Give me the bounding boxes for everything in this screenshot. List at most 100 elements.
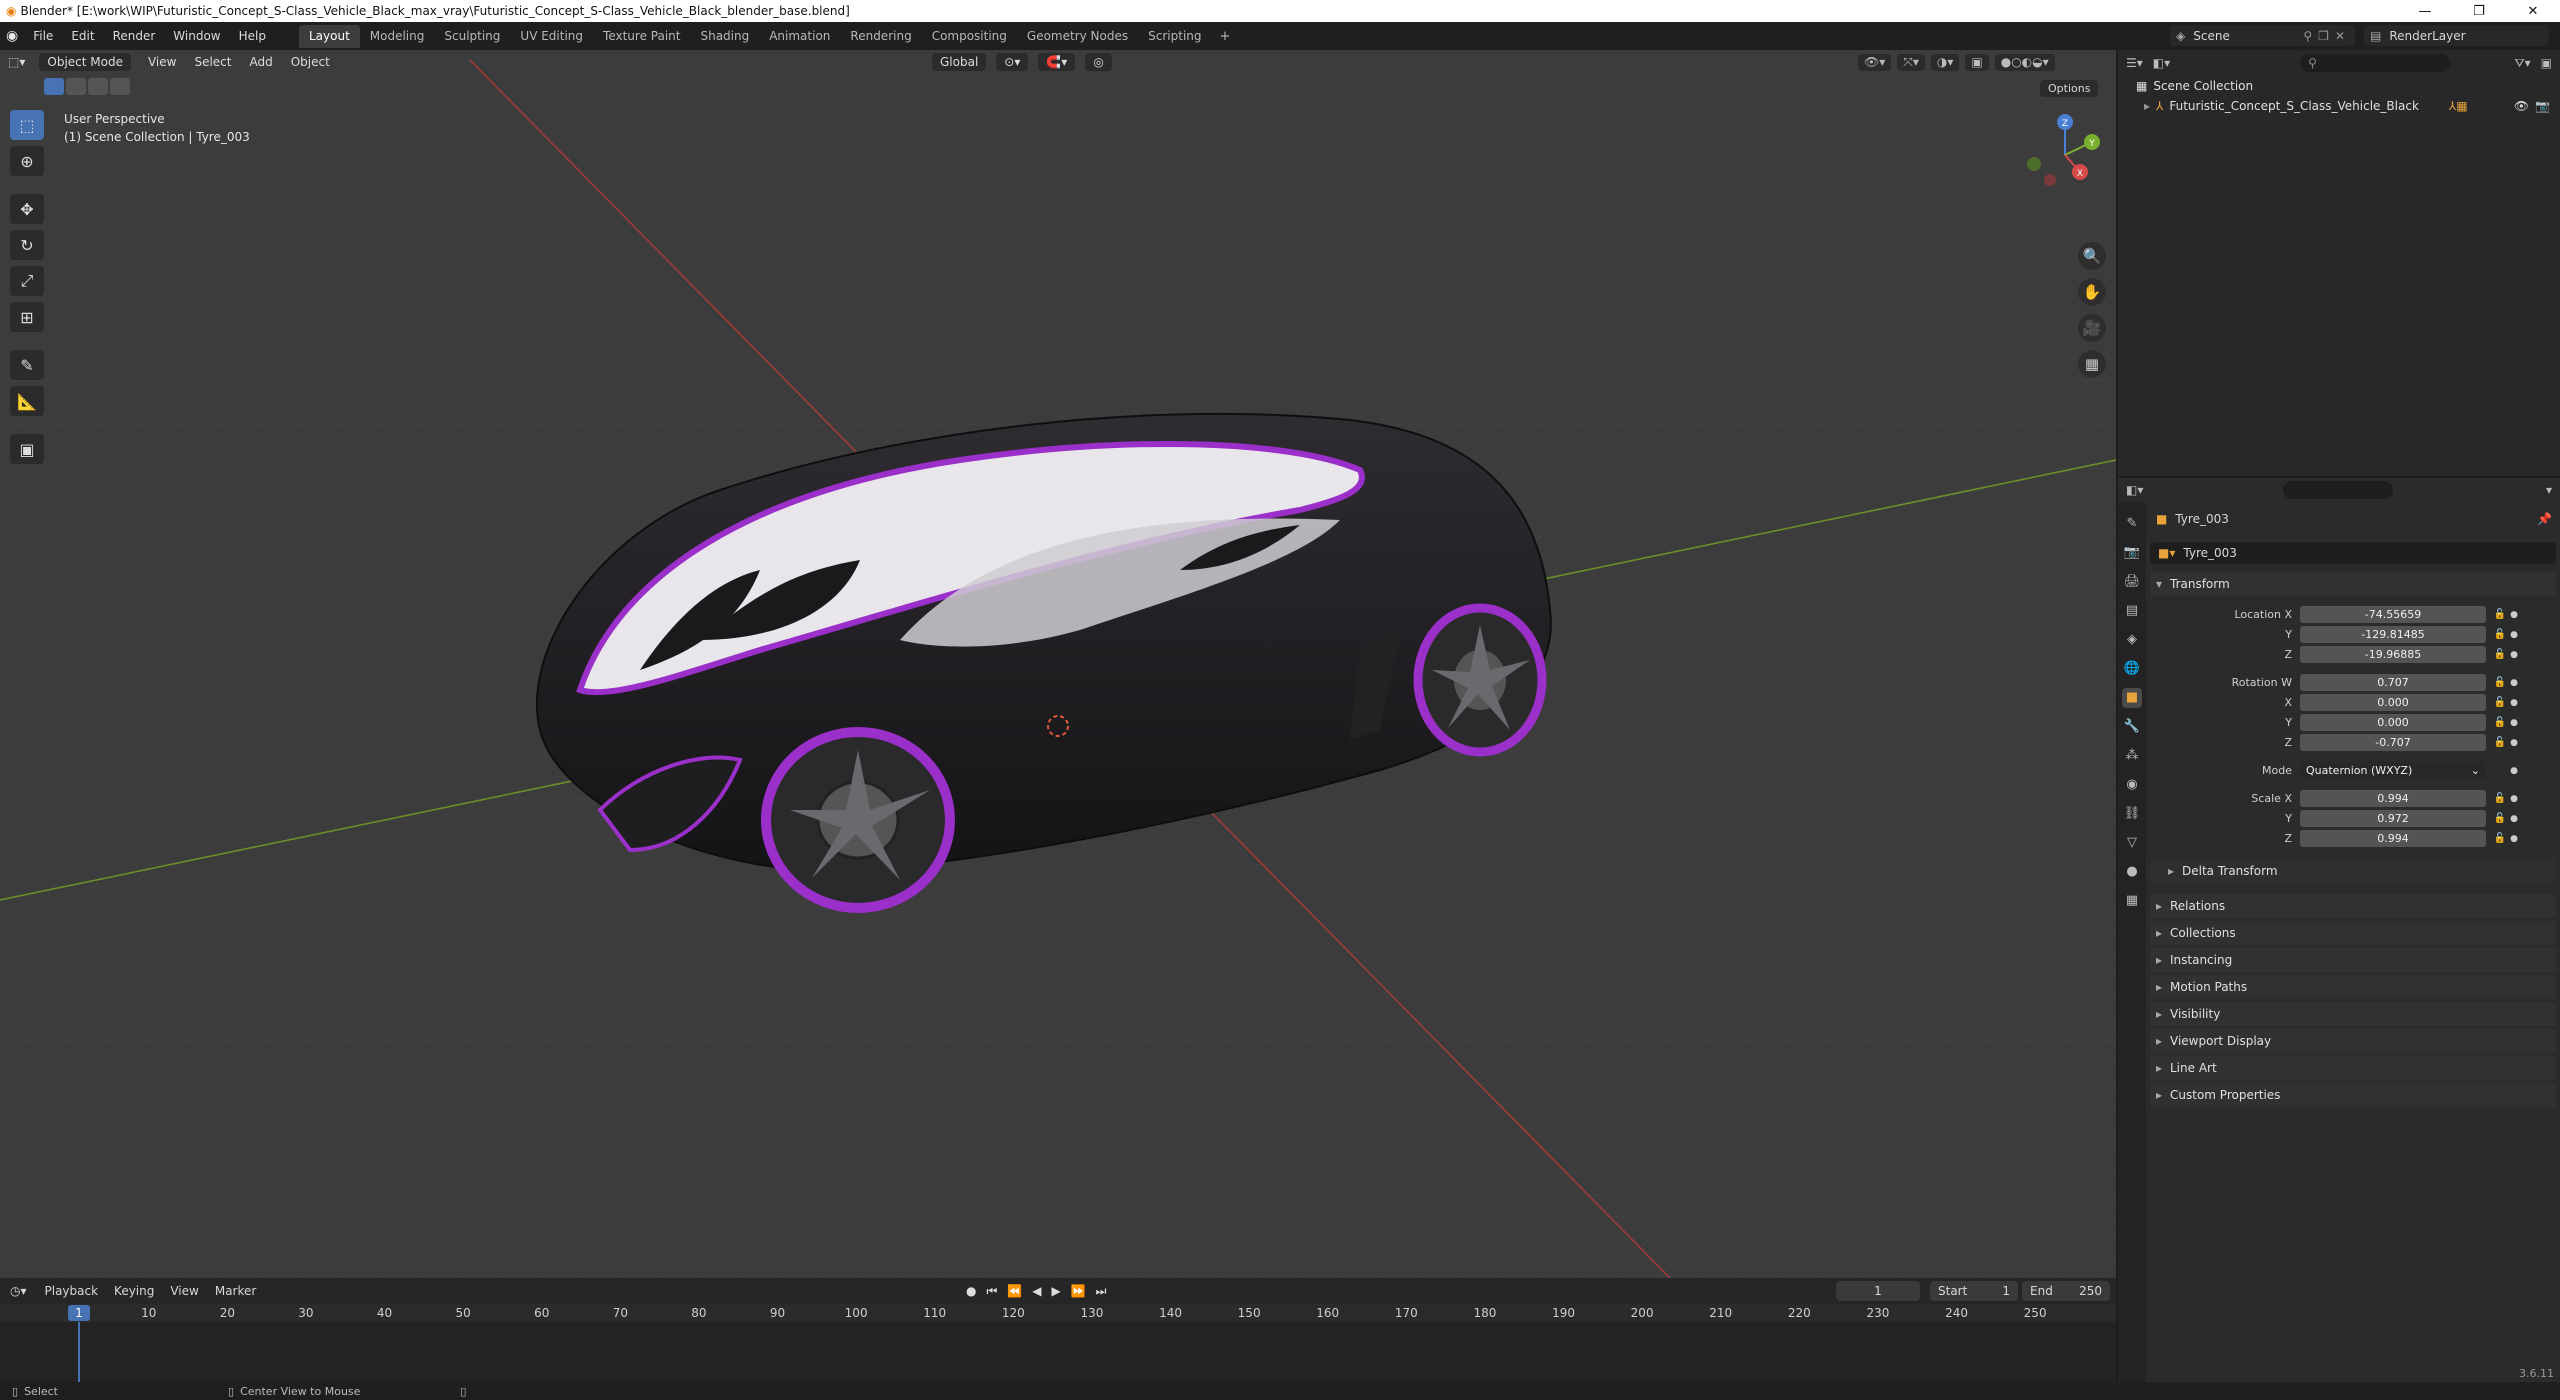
render-camera-icon[interactable]: 📷 [2535, 99, 2550, 113]
rotation-y-field[interactable]: 0.000 [2300, 714, 2486, 731]
jump-start-icon[interactable]: ⏮ [986, 1284, 997, 1299]
location-z-field[interactable]: -19.96885 [2300, 646, 2486, 663]
keyframe-dot-icon[interactable]: ● [2508, 678, 2520, 688]
select-new-icon[interactable] [44, 78, 64, 95]
keyframe-dot-icon[interactable]: ● [2508, 834, 2520, 844]
timeline-track-area[interactable] [0, 1322, 2116, 1382]
snap-icon[interactable]: 🧲▾ [1038, 53, 1076, 71]
rotation-mode-dropdown[interactable]: Quaternion (WXYZ) ⌄ [2300, 762, 2486, 779]
scene-selector[interactable]: ◈ Scene ⚲❐✕ [2170, 25, 2355, 46]
3d-viewport[interactable]: ⬚▾ Object Mode View Select Add Object Gl… [0, 50, 2116, 1278]
transform-tool-icon[interactable]: ⊞ [10, 302, 44, 332]
delta-transform-panel-header[interactable]: ▸ Delta Transform [2150, 859, 2556, 883]
panel-viewport-display[interactable]: ▸ Viewport Display [2150, 1029, 2556, 1053]
pivot-icon[interactable]: ⊙▾ [996, 53, 1029, 71]
start-frame-field[interactable]: Start 1 [1930, 1281, 2018, 1301]
options-button[interactable]: Options [2040, 80, 2099, 97]
rotation-x-field[interactable]: 0.000 [2300, 694, 2486, 711]
properties-search-input[interactable] [2283, 481, 2394, 499]
select-box-tool-icon[interactable]: ⬚ [10, 110, 44, 140]
lock-icon[interactable]: 🔓 [2492, 737, 2508, 748]
scale-z-field[interactable]: 0.994 [2300, 830, 2486, 847]
display-mode-icon[interactable]: ◧▾ [2153, 56, 2170, 70]
scene-tab-icon[interactable]: ◈ [2122, 630, 2142, 650]
viewport-scene[interactable] [0, 50, 2116, 1278]
keyframe-dot-icon[interactable]: ● [2508, 738, 2520, 748]
texture-tab-icon[interactable]: ▦ [2122, 891, 2142, 911]
keyframe-dot-icon[interactable]: ● [2508, 718, 2520, 728]
select-subtract-icon[interactable] [88, 78, 108, 95]
tab-geometry-nodes[interactable]: Geometry Nodes [1017, 25, 1138, 48]
shading-mode-icon[interactable]: ●○◐◒▾ [1994, 53, 2055, 71]
ortho-grid-icon[interactable]: ▦ [2078, 350, 2106, 378]
timeline-menu-view[interactable]: View [162, 1284, 206, 1298]
pin-icon[interactable]: 📌 [2537, 512, 2552, 526]
jump-end-icon[interactable]: ⏭ [1096, 1284, 1107, 1299]
lock-icon[interactable]: 🔓 [2492, 793, 2508, 804]
measure-tool-icon[interactable]: 📐 [10, 386, 44, 416]
properties-editor[interactable]: ◧▾ ▾ ✎ 📷 🖨 ▤ ◈ 🌐 ■ 🔧 ⁂ ◉ ⛓ ▽ ● ▦ ■ Tyre_… [2118, 478, 2560, 1382]
panel-custom-properties[interactable]: ▸ Custom Properties [2150, 1083, 2556, 1107]
add-cube-tool-icon[interactable]: ▣ [10, 434, 44, 464]
outliner-item-vehicle[interactable]: ▸ ⅄ Futuristic_Concept_S_Class_Vehicle_B… [2118, 96, 2560, 116]
object-mode-dropdown[interactable]: Object Mode [39, 53, 131, 71]
cursor-tool-icon[interactable]: ⊕ [10, 146, 44, 176]
panel-visibility[interactable]: ▸ Visibility [2150, 1002, 2556, 1026]
scale-tool-icon[interactable]: ⤢ [10, 266, 44, 296]
tab-compositing[interactable]: Compositing [922, 25, 1017, 48]
scene-collection-row[interactable]: ▦ Scene Collection [2118, 76, 2560, 96]
add-workspace-icon[interactable]: + [1212, 25, 1239, 48]
object-tab-icon[interactable]: ■ [2122, 688, 2142, 708]
tab-uv-editing[interactable]: UV Editing [510, 25, 593, 48]
record-icon[interactable]: ● [966, 1284, 976, 1299]
viewport-menu-view[interactable]: View [139, 55, 185, 69]
eye-icon[interactable]: 👁 [2514, 99, 2529, 113]
panel-motion-paths[interactable]: ▸ Motion Paths [2150, 975, 2556, 999]
timeline-menu-playback[interactable]: Playback [37, 1284, 107, 1298]
timeline-editor[interactable]: ◷▾ Playback Keying View Marker ● ⏮ ⏪ ◀ ▶… [0, 1278, 2116, 1382]
minimize-button[interactable]: — [2398, 0, 2452, 22]
lock-icon[interactable]: 🔓 [2492, 813, 2508, 824]
zoom-icon[interactable]: 🔍 [2078, 242, 2106, 270]
lock-icon[interactable]: 🔓 [2492, 677, 2508, 688]
rotation-z-field[interactable]: -0.707 [2300, 734, 2486, 751]
view-layer-selector[interactable]: ▤ RenderLayer [2364, 25, 2549, 46]
object-name-field[interactable]: ■▾ Tyre_003 [2150, 542, 2556, 564]
viewport-menu-add[interactable]: Add [240, 55, 281, 69]
editor-type-icon[interactable]: ⬚▾ [8, 55, 25, 69]
prev-key-icon[interactable]: ⏪ [1007, 1284, 1022, 1299]
menu-render[interactable]: Render [104, 29, 165, 43]
lock-icon[interactable]: 🔓 [2492, 609, 2508, 620]
panel-collections[interactable]: ▸ Collections [2150, 921, 2556, 945]
transform-panel-header[interactable]: ▾ Transform [2150, 572, 2556, 596]
keyframe-dot-icon[interactable]: ● [2508, 814, 2520, 824]
rotate-tool-icon[interactable]: ↻ [10, 230, 44, 260]
move-tool-icon[interactable]: ✥ [10, 194, 44, 224]
next-key-icon[interactable]: ⏩ [1071, 1284, 1086, 1299]
panel-relations[interactable]: ▸ Relations [2150, 894, 2556, 918]
current-frame-field[interactable]: 1 [1836, 1281, 1920, 1301]
end-frame-field[interactable]: End 250 [2022, 1281, 2110, 1301]
location-x-field[interactable]: -74.55659 [2300, 606, 2486, 623]
timeline-editor-icon[interactable]: ◷▾ [10, 1284, 27, 1298]
viewport-menu-object[interactable]: Object [282, 55, 339, 69]
tab-sculpting[interactable]: Sculpting [434, 25, 510, 48]
scene-actions-icon[interactable]: ⚲❐✕ [2303, 29, 2351, 43]
gizmo-toggle-icon[interactable]: ⤧▾ [1897, 53, 1925, 71]
output-tab-icon[interactable]: 🖨 [2122, 572, 2142, 592]
play-icon[interactable]: ▶ [1051, 1284, 1060, 1299]
camera-icon[interactable]: 🎥 [2078, 314, 2106, 342]
timeline-menu-marker[interactable]: Marker [207, 1284, 264, 1298]
keyframe-dot-icon[interactable]: ● [2508, 610, 2520, 620]
view-layer-tab-icon[interactable]: ▤ [2122, 601, 2142, 621]
viewport-menu-select[interactable]: Select [185, 55, 240, 69]
modifier-tab-icon[interactable]: 🔧 [2122, 717, 2142, 737]
constraints-tab-icon[interactable]: ⛓ [2122, 804, 2142, 824]
tab-texture-paint[interactable]: Texture Paint [593, 25, 690, 48]
data-tab-icon[interactable]: ▽ [2122, 833, 2142, 853]
maximize-button[interactable]: ❐ [2452, 0, 2506, 22]
lock-icon[interactable]: 🔓 [2492, 833, 2508, 844]
tab-animation[interactable]: Animation [759, 25, 840, 48]
filter-icon[interactable]: ⛛▾ [2515, 56, 2531, 71]
xray-icon[interactable]: ▣ [1965, 53, 1989, 71]
